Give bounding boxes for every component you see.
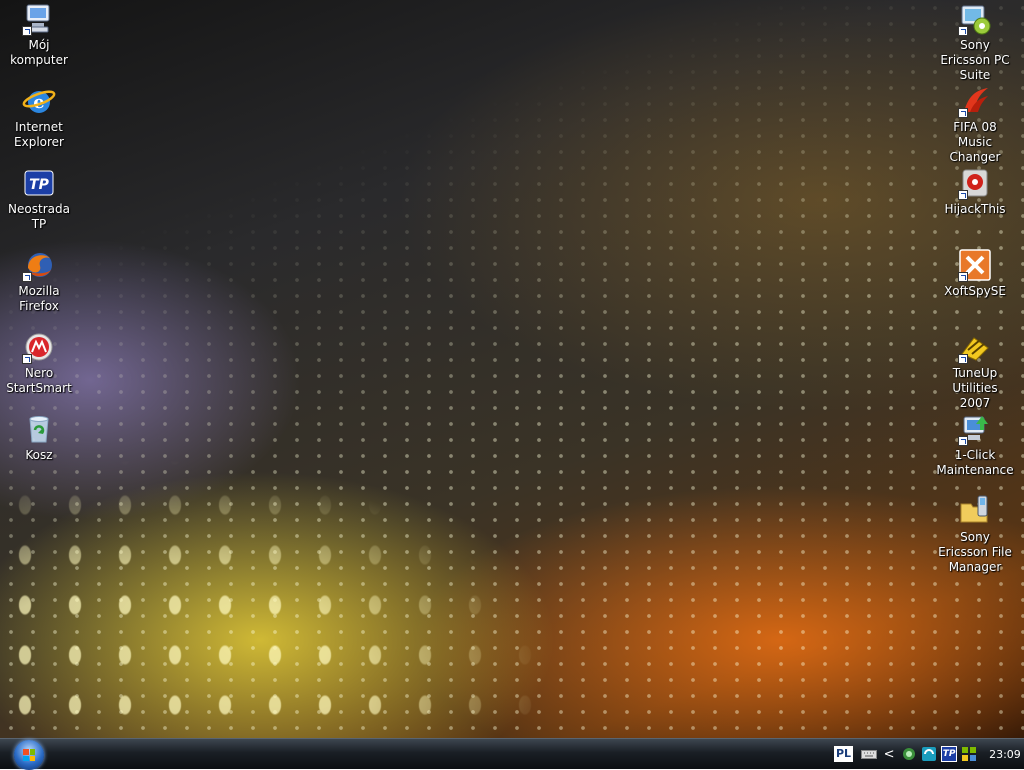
desktop-icon-label: Internet Explorer — [14, 120, 64, 149]
tuneup-icon — [958, 330, 992, 364]
recycle-bin-icon — [22, 412, 56, 446]
file-manager-icon — [958, 494, 992, 528]
desktop-icon-label: Sony Ericsson File Manager — [938, 530, 1012, 574]
desktop-icon-label: Kosz — [25, 448, 53, 462]
nero-icon — [22, 330, 56, 364]
desktop-icon-file-manager[interactable]: Sony Ericsson File Manager — [936, 494, 1014, 575]
desktop-icon-internet-explorer[interactable]: e Internet Explorer — [0, 84, 78, 150]
desktop-icon-one-click-maintenance[interactable]: 1-Click Maintenance — [936, 412, 1014, 478]
computer-icon — [22, 2, 56, 36]
fifa-music-changer-icon — [958, 84, 992, 118]
desktop-icon-label: FIFA 08 Music Changer — [949, 120, 1001, 164]
desktop-icon-label: 1-Click Maintenance — [936, 448, 1014, 477]
wallpaper-light-dots — [0, 380, 600, 738]
desktop-icon-label: Neostrada TP — [8, 202, 70, 231]
firefox-icon — [22, 248, 56, 282]
desktop-icon-nero-startsmart[interactable]: Nero StartSmart — [0, 330, 78, 396]
network-icon[interactable] — [901, 746, 917, 762]
desktop-background: Mój komputer e Internet Explorer TP Neos… — [0, 0, 1024, 738]
desktop-icon-label: Mozilla Firefox — [18, 284, 60, 313]
xoftspy-icon — [958, 248, 992, 282]
desktop-icon-tuneup-utilities[interactable]: TuneUp Utilities 2007 — [936, 330, 1014, 411]
svg-text:TP: TP — [29, 177, 50, 193]
desktop-icon-fifa-music-changer[interactable]: FIFA 08 Music Changer — [936, 84, 1014, 165]
show-hidden-icons-button[interactable]: < — [881, 746, 897, 762]
keyboard-icon[interactable] — [861, 746, 878, 762]
taskbar: PL < TP 23:09 — [0, 738, 1024, 770]
desktop-icon-label: Mój komputer — [10, 38, 68, 67]
desktop-icon-recycle-bin[interactable]: Kosz — [0, 412, 78, 463]
windows-logo-icon — [23, 749, 35, 761]
one-click-maintenance-icon — [958, 412, 992, 446]
system-tray: PL < TP 23:09 — [834, 739, 1024, 769]
desktop-icon-label: Nero StartSmart — [6, 366, 72, 395]
hijackthis-icon — [958, 166, 992, 200]
pc-suite-icon — [958, 2, 992, 36]
clock[interactable]: 23:09 — [989, 748, 1021, 761]
language-indicator[interactable]: PL — [834, 746, 854, 762]
desktop-icon-label: HijackThis — [944, 202, 1006, 216]
start-button[interactable] — [14, 740, 44, 770]
desktop-icon-pc-suite[interactable]: Sony Ericsson PC Suite — [936, 2, 1014, 83]
internet-explorer-icon: e — [22, 84, 56, 118]
desktop-icon-neostrada-tp[interactable]: TP Neostrada TP — [0, 166, 78, 232]
tp-icon[interactable]: TP — [941, 746, 958, 762]
desktop-icon-label: Sony Ericsson PC Suite — [940, 38, 1010, 82]
windows-flag-icon[interactable] — [961, 746, 977, 762]
sync-icon[interactable] — [921, 746, 937, 762]
desktop-icon-hijackthis[interactable]: HijackThis — [936, 166, 1014, 217]
neostrada-tp-icon: TP — [22, 166, 56, 200]
desktop-icon-xoftspyse[interactable]: XoftSpySE — [936, 248, 1014, 299]
desktop-icon-my-computer[interactable]: Mój komputer — [0, 2, 78, 68]
desktop-icon-label: XoftSpySE — [944, 284, 1006, 298]
desktop-icon-label: TuneUp Utilities 2007 — [952, 366, 998, 410]
desktop-icon-mozilla-firefox[interactable]: Mozilla Firefox — [0, 248, 78, 314]
